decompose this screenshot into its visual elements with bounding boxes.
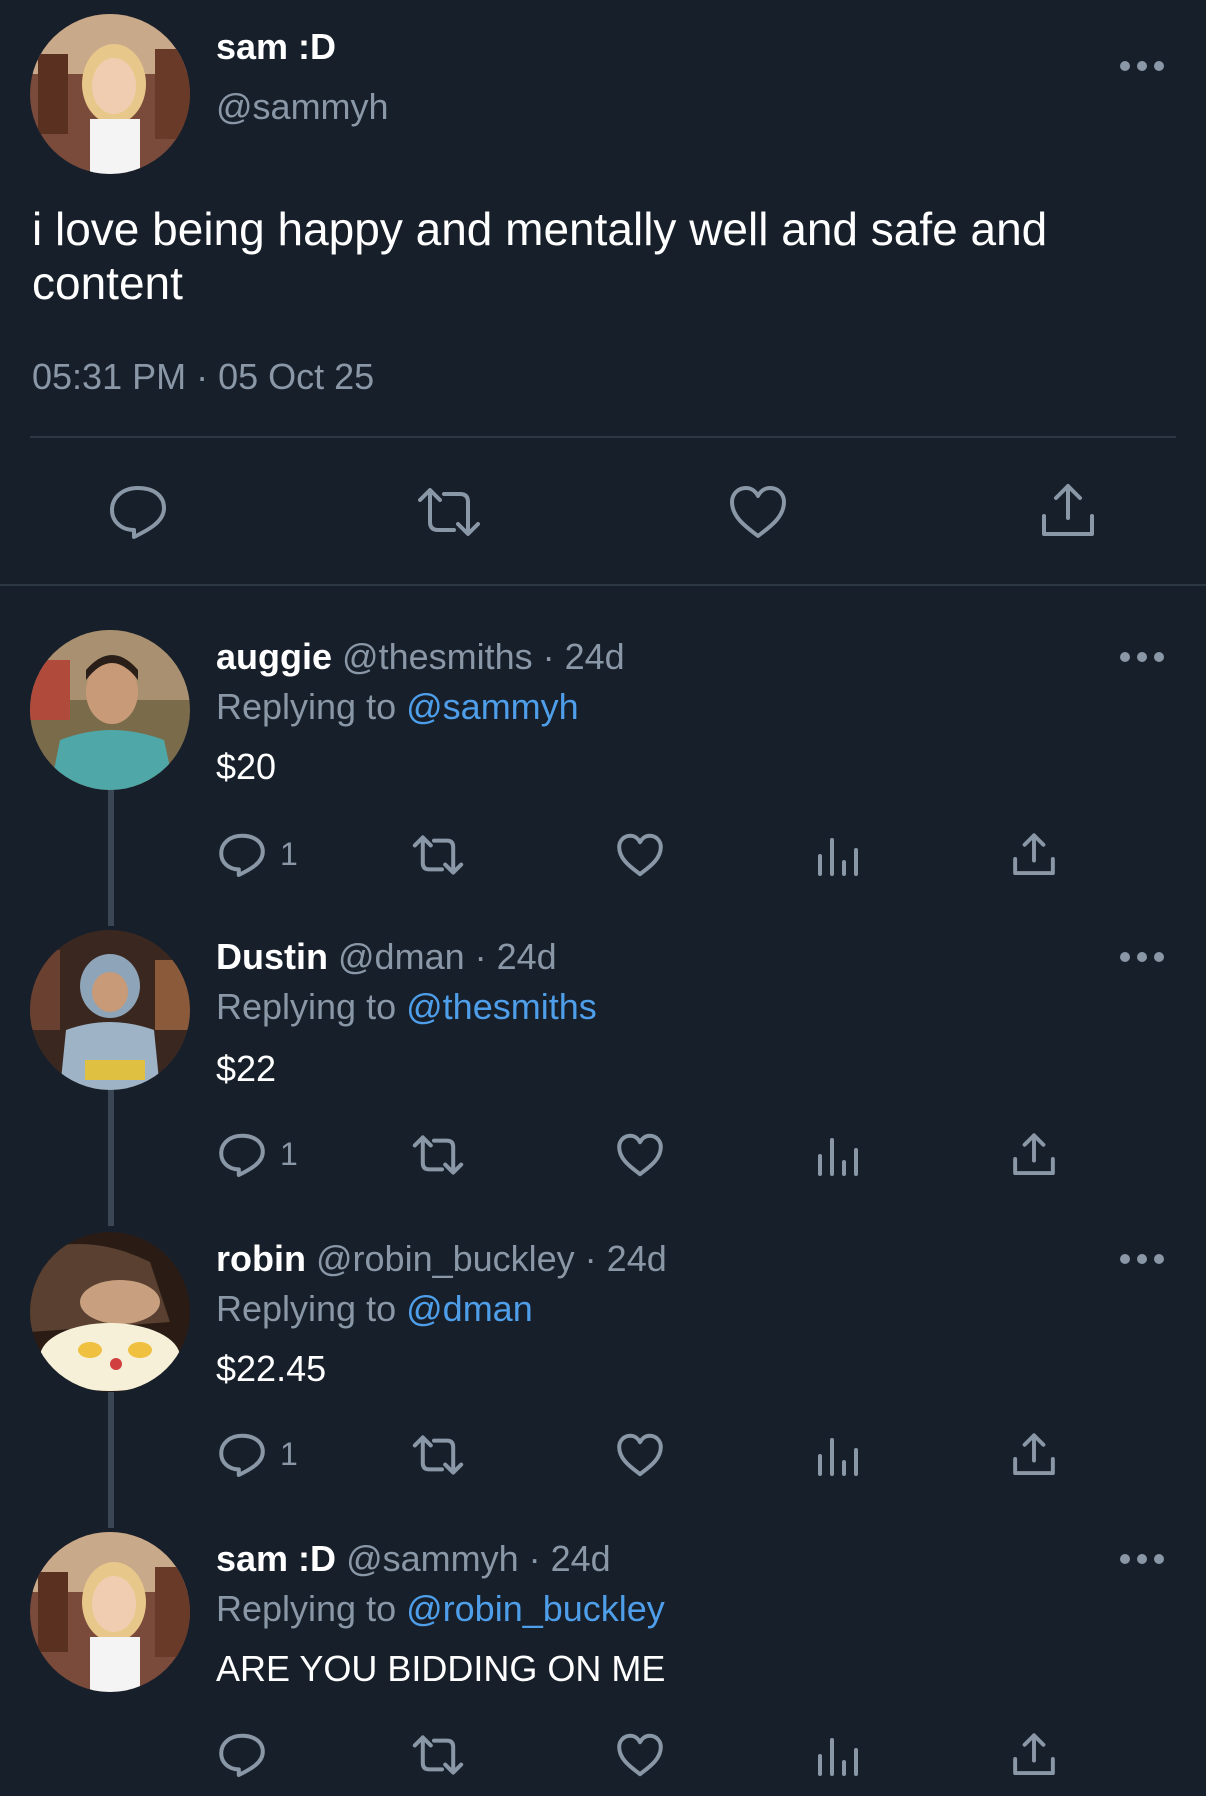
replying-to-link[interactable]: @robin_buckley [406, 1588, 665, 1629]
reply-text: $22.45 [216, 1348, 327, 1389]
tweet-timestamp: 05:31 PM · 05 Oct 25 [32, 356, 375, 397]
share-icon[interactable] [1012, 1132, 1056, 1178]
reply-icon[interactable] [218, 832, 266, 878]
display-name[interactable]: robin [216, 1238, 306, 1279]
reply-icon[interactable] [218, 1432, 266, 1478]
share-icon[interactable] [1012, 832, 1056, 878]
user-handle[interactable]: @sammyh [216, 86, 389, 128]
replying-prefix: Replying to [216, 1288, 397, 1329]
display-name[interactable]: auggie [216, 636, 332, 677]
handle-meta[interactable]: @dman · 24d [338, 936, 557, 977]
avatar-dustin[interactable] [30, 930, 190, 1090]
thread-line [108, 1090, 114, 1226]
replying-to-link[interactable]: @sammyh [406, 686, 579, 727]
more-options-icon[interactable] [1120, 950, 1164, 964]
reply-count: 1 [280, 1436, 298, 1472]
more-options-icon[interactable] [1120, 59, 1164, 73]
reply-text: $20 [216, 746, 277, 787]
reply-text: ARE YOU BIDDING ON ME [216, 1648, 666, 1689]
avatar-auggie[interactable] [30, 630, 190, 790]
replying-to: Replying to @sammyh [216, 686, 579, 728]
share-icon[interactable] [1040, 482, 1096, 540]
like-icon[interactable] [616, 1132, 664, 1178]
replying-prefix: Replying to [216, 986, 397, 1027]
thread-line [108, 1392, 114, 1528]
replying-to: Replying to @dman [216, 1288, 533, 1330]
retweet-icon[interactable] [410, 1734, 466, 1776]
like-icon[interactable] [728, 484, 788, 540]
replying-prefix: Replying to [216, 686, 397, 727]
views-icon[interactable] [816, 1434, 860, 1476]
display-name[interactable]: sam :D [216, 1538, 336, 1579]
like-icon[interactable] [616, 832, 664, 878]
handle-meta[interactable]: @sammyh · 24d [346, 1538, 611, 1579]
handle-meta[interactable]: @thesmiths · 24d [342, 636, 625, 677]
like-icon[interactable] [616, 1732, 664, 1778]
share-icon[interactable] [1012, 1432, 1056, 1478]
tweet-text-line-1: i love being happy and mentally well and… [32, 203, 1048, 255]
display-name[interactable]: sam :D [216, 26, 336, 68]
more-options-icon[interactable] [1120, 1252, 1164, 1266]
retweet-icon[interactable] [410, 1134, 466, 1176]
retweet-icon[interactable] [410, 1434, 466, 1476]
display-name[interactable]: Dustin [216, 936, 328, 977]
views-icon[interactable] [816, 1134, 860, 1176]
views-icon[interactable] [816, 834, 860, 876]
reply-count: 1 [280, 1136, 298, 1172]
reply-header: auggie @thesmiths · 24d [216, 636, 625, 678]
replying-to: Replying to @robin_buckley [216, 1588, 665, 1630]
avatar-robin[interactable] [30, 1232, 190, 1392]
avatar-sam[interactable] [30, 14, 190, 174]
avatar-sam[interactable] [30, 1532, 190, 1692]
section-divider [0, 584, 1206, 586]
views-icon[interactable] [816, 1734, 860, 1776]
reply-header: Dustin @dman · 24d [216, 936, 557, 978]
divider [30, 436, 1176, 438]
replying-to: Replying to @thesmiths [216, 986, 597, 1028]
replying-to-link[interactable]: @thesmiths [406, 986, 597, 1027]
replying-prefix: Replying to [216, 1588, 397, 1629]
reply-icon[interactable] [218, 1732, 266, 1778]
reply-icon[interactable] [218, 1132, 266, 1178]
thread-line [108, 790, 114, 926]
more-options-icon[interactable] [1120, 650, 1164, 664]
replying-to-link[interactable]: @dman [406, 1288, 533, 1329]
tweet-text-line-2: content [32, 257, 183, 309]
share-icon[interactable] [1012, 1732, 1056, 1778]
like-icon[interactable] [616, 1432, 664, 1478]
retweet-icon[interactable] [414, 486, 484, 538]
more-options-icon[interactable] [1120, 1552, 1164, 1566]
reply-text: $22 [216, 1048, 277, 1089]
handle-meta[interactable]: @robin_buckley · 24d [316, 1238, 667, 1279]
reply-header: sam :D @sammyh · 24d [216, 1538, 611, 1580]
retweet-icon[interactable] [410, 834, 466, 876]
reply-count: 1 [280, 836, 298, 872]
reply-header: robin @robin_buckley · 24d [216, 1238, 667, 1280]
reply-icon[interactable] [108, 484, 168, 540]
